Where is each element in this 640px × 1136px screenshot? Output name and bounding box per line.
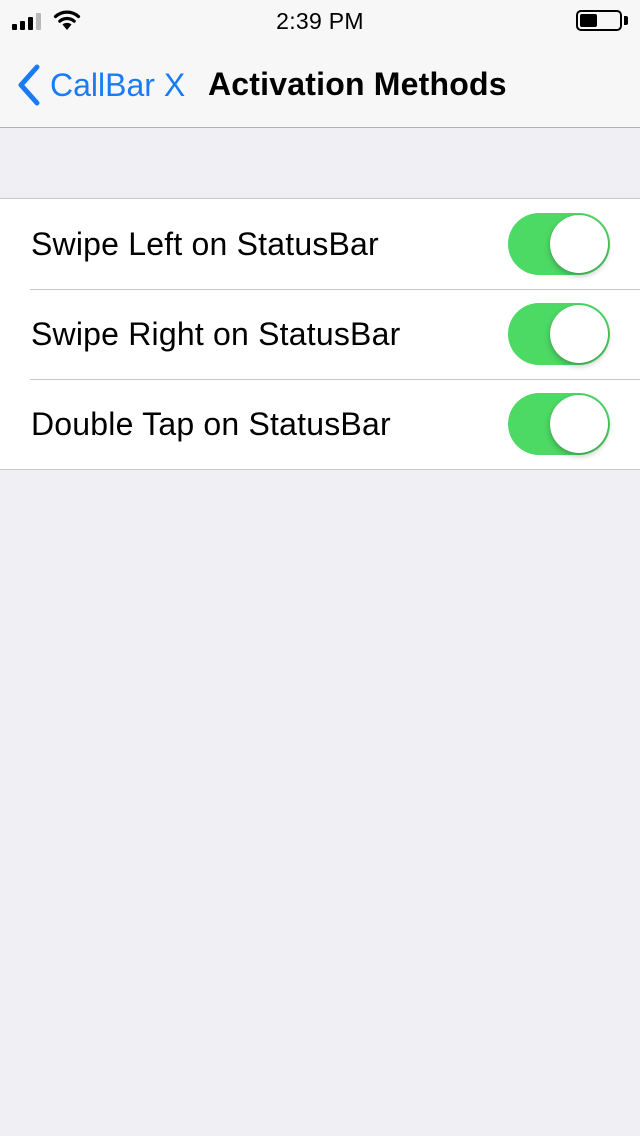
toggle-knob xyxy=(550,395,608,453)
setting-row-swipe-right: Swipe Right on StatusBar xyxy=(0,289,640,379)
battery-icon xyxy=(576,10,622,31)
settings-group: Swipe Left on StatusBar Swipe Right on S… xyxy=(0,198,640,470)
battery-level xyxy=(580,14,597,27)
setting-label: Double Tap on StatusBar xyxy=(31,405,391,442)
setting-row-double-tap: Double Tap on StatusBar xyxy=(0,379,640,469)
swipe-left-toggle[interactable] xyxy=(508,213,610,275)
status-time: 2:39 PM xyxy=(276,8,364,34)
chevron-left-icon xyxy=(18,64,40,106)
back-button-label: CallBar X xyxy=(50,66,186,103)
back-button[interactable]: CallBar X xyxy=(16,62,185,108)
navigation-bar: CallBar X Activation Methods xyxy=(0,40,640,128)
setting-label: Swipe Left on StatusBar xyxy=(31,225,379,262)
toggle-knob xyxy=(550,215,608,273)
setting-label: Swipe Right on StatusBar xyxy=(31,315,401,352)
swipe-right-toggle[interactable] xyxy=(508,303,610,365)
setting-row-swipe-left: Swipe Left on StatusBar xyxy=(0,199,640,289)
toggle-knob xyxy=(550,305,608,363)
double-tap-toggle[interactable] xyxy=(508,393,610,455)
status-bar: 2:39 PM xyxy=(0,0,640,40)
page-title: Activation Methods xyxy=(208,66,507,102)
battery-tip xyxy=(624,16,628,25)
